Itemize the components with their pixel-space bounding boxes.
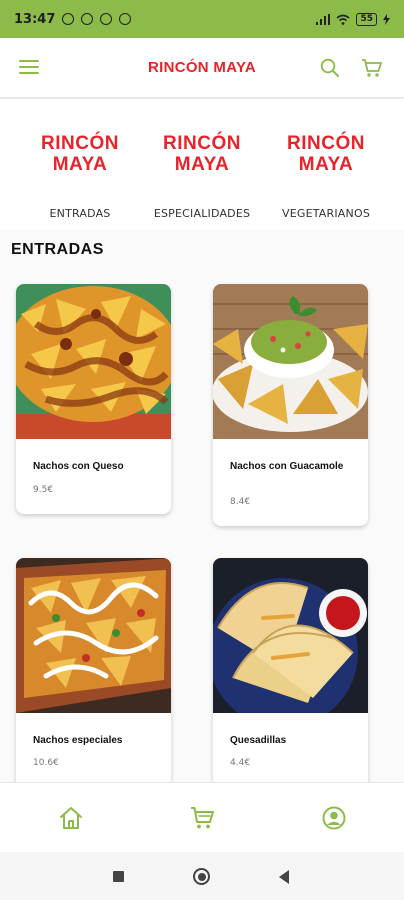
product-price: 4.4€ bbox=[230, 758, 251, 768]
category-entradas[interactable]: RINCÓN MAYA ENTRADAS bbox=[20, 133, 140, 220]
status-time: 13:47 bbox=[14, 11, 56, 27]
product-card[interactable]: Nachos con Queso 9.5€ bbox=[16, 284, 171, 514]
system-nav-bar bbox=[0, 852, 404, 900]
product-price: 9.5€ bbox=[33, 485, 54, 495]
app-title: RINCÓN MAYA bbox=[147, 59, 257, 76]
category-vegetarianos[interactable]: RINCÓN MAYA VEGETARIANOS bbox=[266, 133, 386, 220]
cart-icon[interactable] bbox=[189, 805, 215, 831]
product-card[interactable]: Quesadillas 4.4€ bbox=[213, 558, 368, 798]
wifi-icon bbox=[336, 14, 350, 25]
profile-icon[interactable] bbox=[321, 805, 347, 831]
bottom-nav bbox=[0, 782, 404, 852]
product-name: Nachos especiales bbox=[33, 735, 123, 746]
product-image bbox=[16, 284, 171, 439]
product-image bbox=[213, 558, 368, 713]
back-icon[interactable] bbox=[279, 870, 289, 884]
status-bar: 13:47 55 bbox=[0, 0, 404, 38]
home-system-icon[interactable] bbox=[193, 868, 210, 885]
category-logo: RINCÓN MAYA bbox=[163, 133, 241, 175]
at-icon bbox=[100, 13, 113, 25]
recents-icon[interactable] bbox=[113, 871, 124, 882]
blocked-icon bbox=[119, 13, 132, 25]
cart-icon[interactable] bbox=[361, 57, 383, 79]
product-card[interactable]: Nachos con Guacamole 8.4€ bbox=[213, 284, 368, 526]
product-price: 10.6€ bbox=[33, 758, 59, 768]
product-name: Nachos con Queso bbox=[33, 461, 124, 472]
search-icon[interactable] bbox=[320, 58, 340, 78]
home-icon[interactable] bbox=[58, 805, 84, 831]
product-name: Quesadillas bbox=[230, 735, 287, 746]
category-logo: RINCÓN MAYA bbox=[287, 133, 365, 175]
charging-icon bbox=[383, 13, 390, 25]
category-logo: RINCÓN MAYA bbox=[41, 133, 119, 175]
product-image bbox=[213, 284, 368, 439]
app-bar: RINCÓN MAYA bbox=[0, 38, 404, 98]
section-title: ENTRADAS bbox=[11, 241, 104, 258]
sync-icon bbox=[62, 13, 75, 25]
battery-icon: 55 bbox=[356, 12, 377, 26]
alarm-icon bbox=[81, 13, 94, 25]
category-carousel: RINCÓN MAYA ENTRADAS RINCÓN MAYA ESPECIALI… bbox=[0, 99, 404, 229]
signal-icon bbox=[316, 13, 331, 25]
category-label: ESPECIALIDADES bbox=[153, 207, 251, 220]
category-label: VEGETARIANOS bbox=[281, 207, 371, 220]
category-label: ENTRADAS bbox=[49, 207, 111, 220]
product-image bbox=[16, 558, 171, 713]
product-name: Nachos con Guacamole bbox=[230, 461, 344, 472]
category-especialidades[interactable]: RINCÓN MAYA ESPECIALIDADES bbox=[142, 133, 262, 220]
product-card[interactable]: Nachos especiales 10.6€ bbox=[16, 558, 171, 798]
product-price: 8.4€ bbox=[230, 497, 251, 507]
